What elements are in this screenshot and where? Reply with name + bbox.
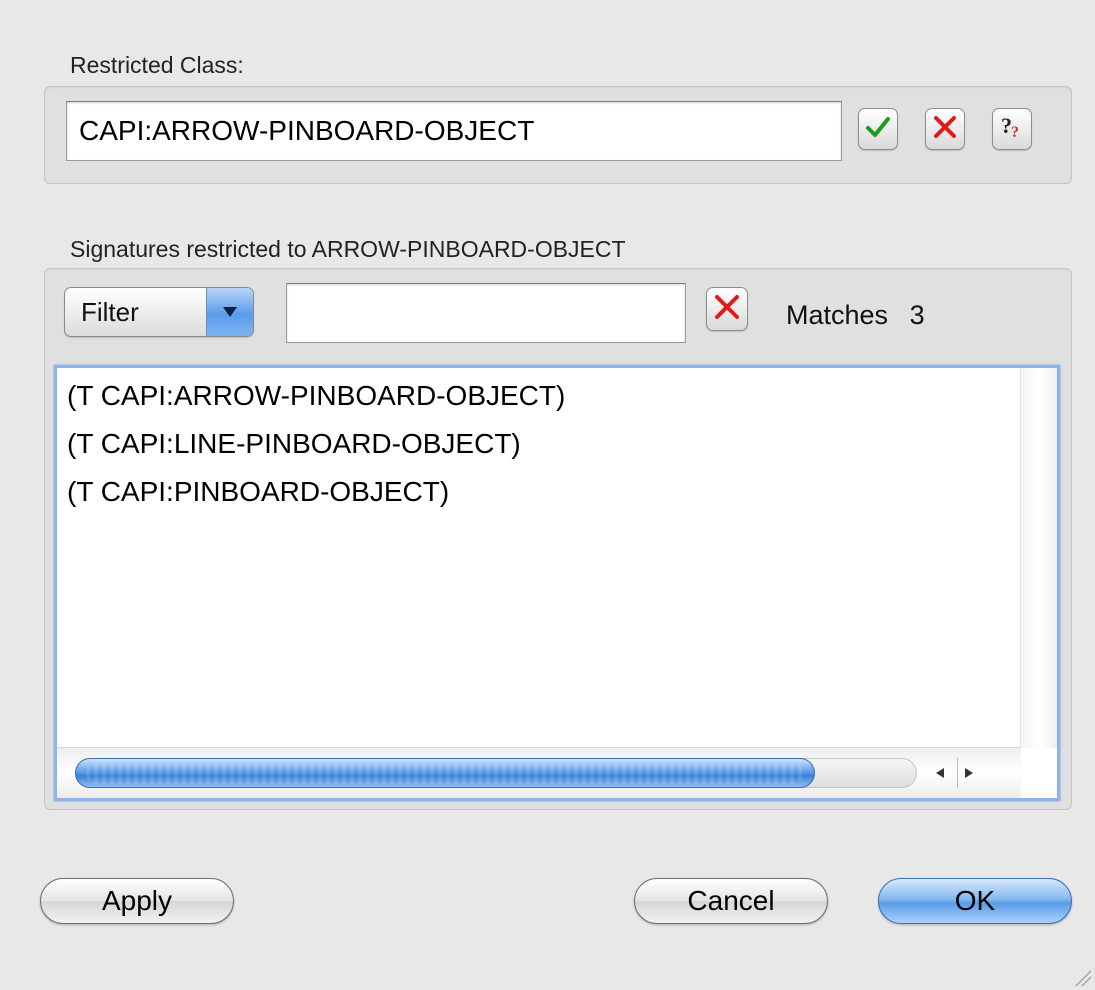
ok-button[interactable]: OK <box>878 878 1072 924</box>
apply-button[interactable]: Apply <box>40 878 234 924</box>
scroll-right-arrow-icon[interactable] <box>957 758 980 788</box>
red-x-icon <box>932 114 958 145</box>
signatures-list[interactable]: (T CAPI:ARROW-PINBOARD-OBJECT) (T CAPI:L… <box>54 365 1060 801</box>
help-question-icon: ? ? <box>999 113 1025 146</box>
horizontal-scrollbar[interactable] <box>57 747 1021 798</box>
chevron-down-icon <box>206 288 253 336</box>
confirm-class-button[interactable] <box>858 108 898 150</box>
svg-text:?: ? <box>1011 124 1019 141</box>
scroll-corner <box>1021 748 1057 798</box>
clear-filter-button[interactable] <box>706 287 748 331</box>
red-x-icon <box>713 293 741 326</box>
vertical-scrollbar[interactable] <box>1020 368 1057 748</box>
checkmark-icon <box>865 115 891 144</box>
resize-grip-icon[interactable] <box>1073 968 1091 986</box>
scrollbar-track[interactable] <box>797 758 917 788</box>
matches-label: Matches <box>786 300 889 330</box>
clear-class-button[interactable] <box>925 108 965 150</box>
scrollbar-thumb[interactable] <box>75 758 815 788</box>
list-item[interactable]: (T CAPI:PINBOARD-OBJECT) <box>67 476 449 508</box>
restricted-class-input[interactable]: CAPI:ARROW-PINBOARD-OBJECT <box>66 101 842 161</box>
list-item[interactable]: (T CAPI:LINE-PINBOARD-OBJECT) <box>67 428 521 460</box>
matches-counter: Matches 3 <box>786 300 925 331</box>
signatures-label: Signatures restricted to ARROW-PINBOARD-… <box>70 236 626 262</box>
restrict-signatures-dialog: Restricted Class: CAPI:ARROW-PINBOARD-OB… <box>0 0 1095 990</box>
matches-count: 3 <box>909 300 925 330</box>
filter-popup-label: Filter <box>81 296 139 327</box>
cancel-button[interactable]: Cancel <box>634 878 828 924</box>
help-class-button[interactable]: ? ? <box>992 108 1032 150</box>
list-item[interactable]: (T CAPI:ARROW-PINBOARD-OBJECT) <box>67 380 565 412</box>
scroll-left-arrow-icon[interactable] <box>929 758 951 788</box>
filter-input[interactable] <box>286 283 686 343</box>
restricted-class-label: Restricted Class: <box>70 52 244 78</box>
filter-popup[interactable]: Filter <box>64 287 254 337</box>
